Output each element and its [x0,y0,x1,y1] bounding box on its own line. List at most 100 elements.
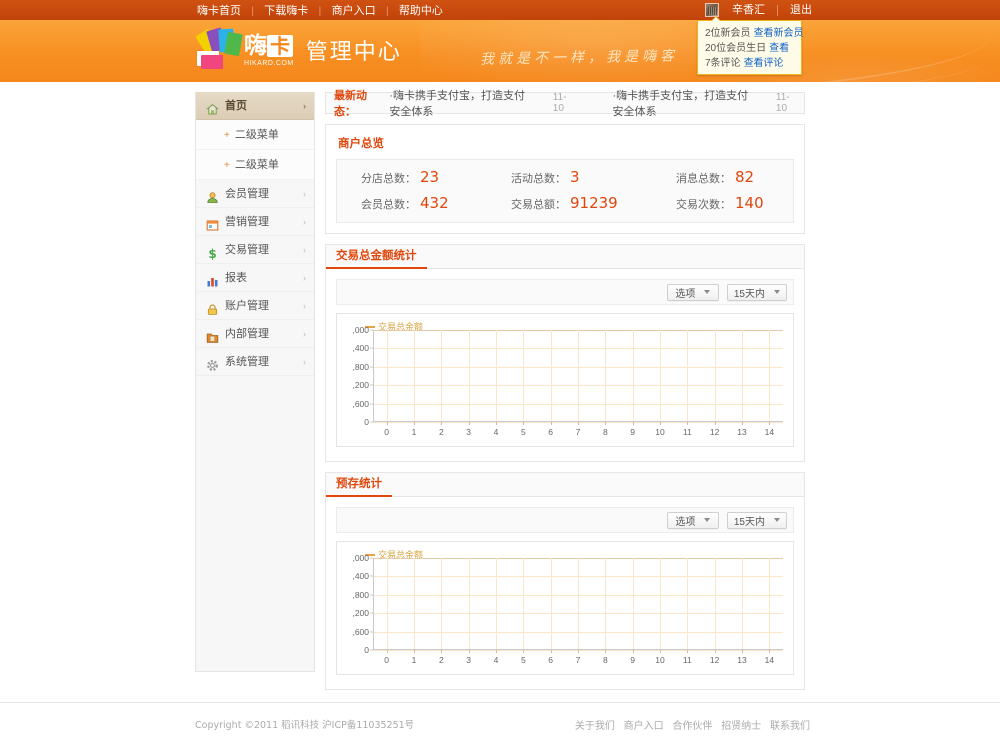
user-name-link[interactable]: 辛香汇 [724,0,773,20]
footer-link-merchant[interactable]: 商户入口 [624,721,664,732]
footer-link-contact[interactable]: 联系我们 [770,721,810,732]
chevron-down-icon [704,518,711,522]
chart-xtick-label: 4 [493,655,499,665]
chevron-right-icon: › [303,273,306,283]
range-dropdown-label: 15天内 [733,516,765,528]
logout-button[interactable]: 退出 [782,0,820,20]
notification-link-new-members[interactable]: 查看新会员 [754,28,804,39]
sidebar-item-campaign[interactable]: 营销管理 › [196,208,314,236]
sidebar-item-reports[interactable]: 报表 › [196,264,314,292]
lock-icon [206,299,219,315]
chart-gridline-v [687,330,689,422]
home-icon [206,99,219,115]
notification-link-birthdays[interactable]: 查看 [769,43,789,54]
footer-link-partners[interactable]: 合作伙伴 [672,721,712,732]
sidebar-item-internal[interactable]: 内部管理 › [196,320,314,348]
panel-header: 交易总金额统计 [326,245,804,269]
topnav-link-merchant[interactable]: 商户入口 [325,1,383,21]
tab-transaction-amount[interactable]: 交易总金额统计 [326,249,427,269]
notification-row: 7条评论 查看评论 [705,56,795,71]
chart-xtick-mark [441,650,443,653]
chart-gridline-v [414,330,415,422]
topnav-link-download[interactable]: 下载嗨卡 [257,1,315,21]
options-dropdown-label: 选项 [675,516,696,528]
sidebar-subitem-2[interactable]: + 二级菜单 [196,150,314,180]
news-date: 11-10 [775,92,790,114]
sidebar-item-label: 报表 [225,271,247,284]
chart-y-axis [373,330,374,422]
footer-link-jobs[interactable]: 招贤纳士 [721,721,761,732]
chart-gridline-v [714,330,716,422]
stat-label: 交易总额： [511,199,566,211]
sidebar-subitem-1[interactable]: + 二级菜单 [196,120,314,150]
notification-link-comments[interactable]: 查看评论 [744,58,784,69]
tab-prepaid-stats[interactable]: 预存统计 [326,477,392,497]
chart-gridline-v [578,330,579,422]
chart-ytick-label: ,800 [352,589,369,600]
range-dropdown[interactable]: 15天内 [726,283,787,301]
chart-xtick-mark [632,650,634,653]
chart-xtick-label: 9 [630,655,636,665]
transaction-amount-panel: 交易总金额统计 选项 15天内 交易总金额 ,000 ,400 ,800 ,20… [325,244,805,462]
divider [777,4,778,16]
chart-ytick-label: 0 [364,417,369,427]
chart-toolbar: 选项 15天内 [336,279,794,305]
chart-xtick-mark [523,422,525,425]
chart-gridline-v [523,330,525,422]
topnav-link-home[interactable]: 嗨卡首页 [190,1,248,21]
chart-y-axis [373,558,374,650]
sidebar-item-system[interactable]: 系统管理 › [196,348,314,376]
main-area: 首页 › + 二级菜单 + 二级菜单 会员管理 › 营销管理 › $ 交易管理 … [0,82,1000,702]
chart-xtick-label: 9 [630,427,636,437]
plus-icon: + [224,130,230,141]
news-link[interactable]: ·嗨卡携手支付宝，打造支付安全体系 [389,87,534,119]
options-dropdown-label: 选项 [675,288,696,300]
sidebar-item-home[interactable]: 首页 › [196,92,314,120]
sidebar-item-label: 营销管理 [225,215,269,228]
sidebar-item-members[interactable]: 会员管理 › [196,180,314,208]
overview-title: 商户总览 [338,138,384,150]
sidebar-item-transactions[interactable]: $ 交易管理 › [196,236,314,264]
chart-xtick-mark [605,650,607,653]
topnav-link-help[interactable]: 帮助中心 [392,1,450,21]
options-dropdown[interactable]: 选项 [666,511,719,529]
sidebar-item-label: 交易管理 [225,243,269,256]
sidebar-item-account[interactable]: 账户管理 › [196,292,314,320]
chart-xtick-mark [660,422,661,425]
stat-label: 交易次数： [676,199,731,211]
logo-domain: HIKARD.COM [244,59,294,67]
range-dropdown[interactable]: 15天内 [726,511,787,529]
chart-xtick-mark [496,650,497,653]
gear-icon [206,355,219,371]
chart-xtick-mark [550,650,552,653]
svg-text:$: $ [208,247,216,260]
chart-xtick-mark [578,422,579,425]
sidebar-item-label: 系统管理 [225,355,269,368]
chart-gridline-v [496,558,497,650]
chart-gridline-v [468,558,470,650]
chart-gridline-v [441,558,443,650]
chevron-right-icon: › [303,329,306,339]
chart-xtick-mark [550,422,552,425]
chart-xtick-mark [769,650,771,653]
options-dropdown[interactable]: 选项 [666,283,719,301]
chart-xtick-mark [742,650,743,653]
chart-xtick-mark [386,650,388,653]
chart-x-axis [373,421,783,422]
chart-xtick-label: 4 [493,427,499,437]
logo[interactable]: 嗨 卡 HIKARD.COM 管理中心 [195,27,402,71]
chart-xtick-label: 7 [575,655,581,665]
stat-members: 会员总数： 432 [347,194,497,212]
notification-row: 20位会员生日 查看 [705,41,795,56]
cards-logo-icon [195,27,243,71]
stat-value: 432 [420,194,449,212]
folder-icon [206,327,219,343]
page-root: 嗨卡首页 | 下载嗨卡 | 商户入口 | 帮助中心 辛香汇 退出 2位新会员 查看… [0,0,1000,744]
chevron-right-icon: › [303,357,306,367]
chart-gridline-v [550,330,552,422]
chart-xtick-label: 12 [709,655,720,665]
news-link[interactable]: ·嗨卡携手支付宝，打造支付安全体系 [612,87,757,119]
chart-x-axis [373,649,783,650]
member-icon [206,187,219,203]
footer-link-about[interactable]: 关于我们 [575,721,615,732]
